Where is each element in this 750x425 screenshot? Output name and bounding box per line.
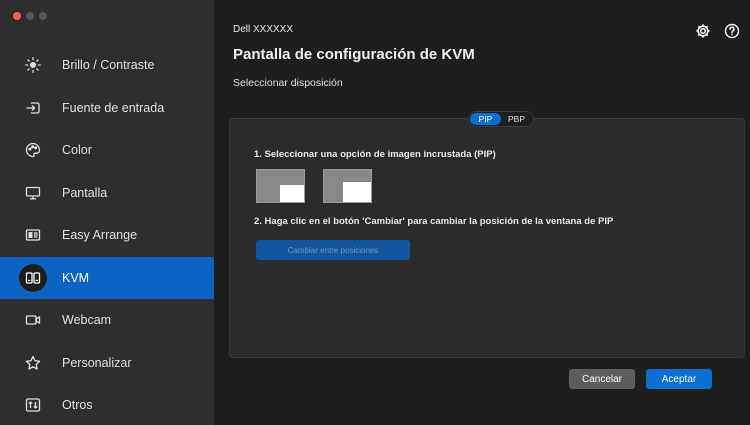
pip-window-preview bbox=[343, 182, 371, 202]
page-subtitle: Seleccionar disposición bbox=[233, 77, 343, 89]
pip-window-preview bbox=[280, 185, 304, 202]
settings-gear-icon[interactable] bbox=[694, 22, 712, 40]
page-title: Pantalla de configuración de KVM bbox=[233, 46, 475, 63]
sidebar-item-label: Personalizar bbox=[62, 355, 132, 370]
sidebar-item-fuente-de-entrada[interactable]: Fuente de entrada bbox=[0, 87, 214, 130]
sidebar-item-label: Pantalla bbox=[62, 185, 108, 200]
sidebar-item-label: Brillo / Contraste bbox=[62, 58, 155, 73]
sidebar-item-brillo-contraste[interactable]: Brillo / Contraste bbox=[0, 44, 214, 87]
input-source-icon bbox=[24, 99, 42, 117]
sidebar-item-label: Color bbox=[62, 143, 92, 158]
main-content: Dell XXXXXX Pantalla de configuración de… bbox=[214, 0, 750, 425]
sidebar-item-label: KVM bbox=[62, 270, 90, 285]
tab-pbp[interactable]: PBP bbox=[501, 113, 532, 125]
webcam-icon bbox=[24, 311, 42, 329]
pip-option-bottom-right[interactable] bbox=[256, 169, 305, 203]
sidebar-item-label: Otros bbox=[62, 398, 93, 413]
minimize-window-button[interactable] bbox=[26, 12, 34, 20]
help-icon[interactable] bbox=[723, 22, 741, 40]
sidebar-item-label: Fuente de entrada bbox=[62, 100, 165, 115]
cancel-button[interactable]: Cancelar bbox=[569, 369, 635, 389]
kvm-icon bbox=[24, 269, 42, 287]
color-palette-icon bbox=[24, 141, 42, 159]
sidebar-item-color[interactable]: Color bbox=[0, 129, 214, 172]
others-icon bbox=[24, 396, 42, 414]
sidebar-item-label: Webcam bbox=[62, 313, 112, 328]
sidebar-item-easy-arrange[interactable]: Easy Arrange bbox=[0, 214, 214, 257]
accept-button[interactable]: Aceptar bbox=[646, 369, 712, 389]
close-window-button[interactable] bbox=[13, 12, 21, 20]
sidebar: Brillo / Contraste Fuente de entrada Col… bbox=[0, 0, 214, 425]
monitor-name: Dell XXXXXX bbox=[233, 24, 294, 35]
sidebar-item-otros[interactable]: Otros bbox=[0, 384, 214, 425]
layout-panel: PIP PBP 1. Seleccionar una opción de ima… bbox=[229, 111, 745, 358]
sidebar-item-kvm[interactable]: KVM bbox=[0, 256, 214, 299]
pip-option-bottom-right-large[interactable] bbox=[323, 169, 372, 203]
star-icon bbox=[24, 354, 42, 372]
step-2-label: 2. Haga clic en el botón 'Cambiar' para … bbox=[254, 216, 614, 227]
sidebar-item-label: Easy Arrange bbox=[62, 228, 138, 243]
sidebar-item-webcam[interactable]: Webcam bbox=[0, 299, 214, 342]
brightness-icon bbox=[24, 56, 42, 74]
sidebar-nav: Brillo / Contraste Fuente de entrada Col… bbox=[0, 44, 214, 425]
easy-arrange-icon bbox=[24, 226, 42, 244]
step-1-label: 1. Seleccionar una opción de imagen incr… bbox=[254, 149, 496, 160]
display-icon bbox=[24, 184, 42, 202]
swap-positions-button[interactable]: Cambiar entre posiciones bbox=[256, 240, 410, 260]
tab-pip[interactable]: PIP bbox=[470, 113, 501, 125]
layout-mode-toggle: PIP PBP bbox=[468, 111, 534, 127]
sidebar-item-personalizar[interactable]: Personalizar bbox=[0, 342, 214, 385]
maximize-window-button[interactable] bbox=[39, 12, 47, 20]
sidebar-item-pantalla[interactable]: Pantalla bbox=[0, 172, 214, 215]
window-controls bbox=[13, 12, 47, 20]
